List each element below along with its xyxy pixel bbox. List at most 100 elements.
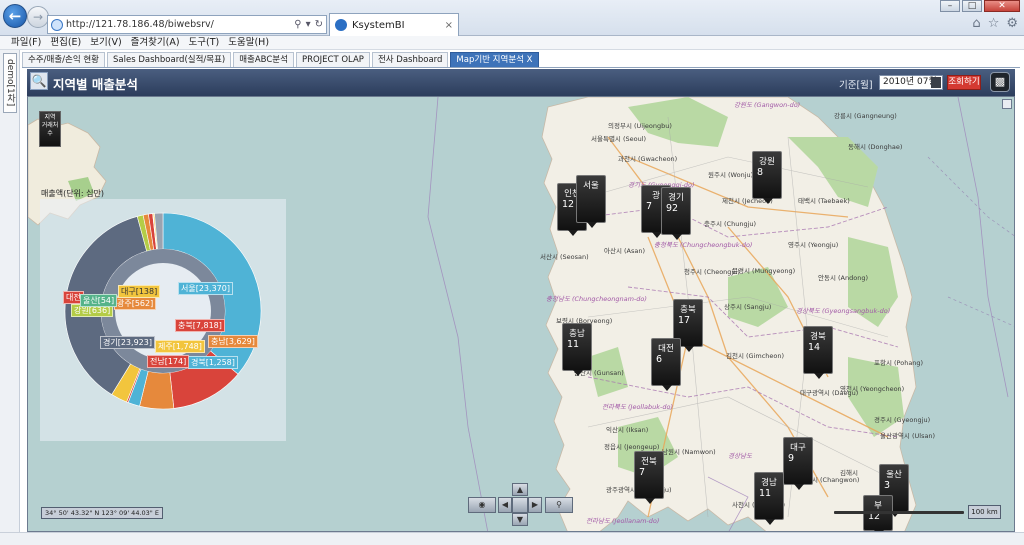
home-icon[interactable]: ⌂: [972, 16, 980, 31]
map-label-gimcheon: 김천시 (Gimcheon): [726, 352, 785, 360]
coordinate-readout: 34° 50' 43.32" N 123° 09' 44.03" E: [41, 507, 163, 519]
marker-name: 경북: [810, 332, 826, 342]
pan-center-button[interactable]: [512, 497, 528, 513]
marker-daejeon[interactable]: 대전 6: [651, 338, 681, 391]
menu-help[interactable]: 도움말(H): [228, 36, 269, 49]
menu-tools[interactable]: 도구(T): [189, 36, 220, 49]
magnifier-icon[interactable]: 🔍: [30, 72, 48, 90]
page-header: 🔍 지역별 매출분석 기준[월] 2010년 07월 조회하기 ▩: [27, 69, 1015, 96]
refresh-icon[interactable]: ↻: [315, 19, 323, 30]
search-button[interactable]: 조회하기: [947, 75, 981, 90]
marker-name: 강원: [759, 157, 775, 167]
dropdown-icon[interactable]: ▾: [306, 19, 311, 30]
marker-value: 8: [757, 167, 764, 178]
zoom-icon[interactable]: ⚲: [545, 497, 573, 513]
marker-value: 11: [759, 488, 772, 499]
menu-edit[interactable]: 편집(E): [50, 36, 81, 49]
marker-gyeongbuk[interactable]: 경북 14: [803, 326, 833, 379]
marker-name: 대구: [790, 443, 806, 453]
map-label-mungyeong: 문경시 (Mungyeong): [732, 267, 796, 275]
side-tab-demo[interactable]: demo[1차]: [3, 53, 17, 113]
tab-map-analysis[interactable]: Map기반 지역분석 X: [450, 52, 539, 67]
period-select[interactable]: 2010년 07월: [879, 75, 943, 90]
menu-favorites[interactable]: 즐겨찾기(A): [131, 36, 180, 49]
marker-value: 6: [656, 354, 663, 365]
side-panel: demo[1차]: [0, 50, 20, 545]
marker-name: 충남: [569, 329, 585, 339]
map-label-asan: 아산시 (Asan): [604, 247, 646, 255]
print-icon[interactable]: ▩: [990, 72, 1010, 92]
marker-name: 대전: [658, 344, 674, 354]
marker-name: 전북: [641, 457, 657, 467]
map-label-gangwon: 강원도 (Gangwon-do): [734, 101, 801, 109]
eye-icon[interactable]: ◉: [468, 497, 496, 513]
donut-label-seoul: 서울[23,370]: [178, 282, 233, 295]
donut-label-ulsan: 울산[54]: [80, 294, 118, 307]
donut-label-jeonnam: 전남[174]: [147, 355, 190, 368]
maximize-button[interactable]: □: [962, 0, 982, 12]
calendar-icon[interactable]: [931, 77, 941, 88]
legend-marker-icon: 지역 거래처수: [39, 111, 61, 147]
map-label-gyeongnam: 경상남도: [728, 452, 752, 460]
pan-right-button[interactable]: ▶: [528, 497, 542, 513]
address-bar[interactable]: http://121.78.186.48/biwebsrv/ ⚲ ▾ ↻: [47, 15, 327, 34]
map-label-namwon: 남원시 (Namwon): [662, 448, 716, 456]
pan-down-button[interactable]: ▼: [512, 513, 528, 526]
donut-label-daegu: 대구[138]: [118, 285, 161, 298]
map-scale-bar: [834, 511, 964, 514]
donut-label-gyeongbuk: 경북[1,258]: [188, 356, 238, 369]
map-label-taebaek: 태백시 (Taebaek): [798, 197, 850, 205]
map-label-jeonbuk: 전라북도 (Jeollabuk-do): [602, 403, 674, 411]
forward-button[interactable]: →: [27, 6, 49, 28]
map-label-jeonnam: 전라남도 (Jeollanam-do): [586, 517, 660, 525]
map-label-chungbuk: 충청북도 (Chungcheongbuk-do): [654, 241, 753, 249]
pan-up-button[interactable]: ▲: [512, 483, 528, 496]
donut-title: 매출액(단위: 십만): [41, 189, 104, 198]
donut-label-gyeonggi: 경기[23,923]: [100, 336, 155, 349]
map-navigation-control: ◉ ▲ ◀ ▶ ▼ ⚲: [468, 483, 573, 527]
gear-icon[interactable]: ⚙: [1006, 16, 1018, 31]
donut-label-gwangju: 광주[562]: [114, 297, 157, 310]
map-scale-label: 100 km: [968, 505, 1001, 519]
map-label-yeongcheon: 영천시 (Yeongcheon): [840, 385, 905, 393]
window-controls: – □ ✕: [940, 0, 1020, 12]
close-window-button[interactable]: ✕: [984, 0, 1020, 12]
browser-toolbar-icons: ⌂ ☆ ⚙: [972, 16, 1018, 31]
map-label-gangneung: 강릉시 (Gangneung): [834, 112, 897, 120]
map-label-donghae: 동해시 (Donghae): [848, 143, 903, 151]
star-icon[interactable]: ☆: [988, 16, 1000, 31]
minimize-button[interactable]: –: [940, 0, 960, 12]
marker-gyeonggi[interactable]: 경기 92: [661, 187, 691, 240]
marker-gangwon[interactable]: 강원 8: [752, 151, 782, 204]
marker-name: 경기: [668, 193, 684, 203]
tab-company-dashboard[interactable]: 전사 Dashboard: [371, 52, 449, 67]
tab-order-sales[interactable]: 수주/매출/손익 현황: [22, 52, 105, 67]
map-label-jeongeup: 정읍시 (Jeongeup): [604, 443, 660, 451]
marker-jeonbuk[interactable]: 전북 7: [634, 451, 664, 504]
map-label-gyeongju: 경주시 (Gyeongju): [874, 416, 931, 424]
marker-chungnam[interactable]: 충남 11: [562, 323, 592, 376]
marker-seoul[interactable]: 서울: [576, 175, 606, 228]
url-text[interactable]: http://121.78.186.48/biwebsrv/: [66, 19, 294, 30]
marker-daegu[interactable]: 대구 9: [783, 437, 813, 490]
menu-file[interactable]: 파일(F): [11, 36, 41, 49]
donut-label-chungnam: 충남[3,629]: [208, 335, 258, 348]
marker-gyeongnam[interactable]: 경남 11: [754, 472, 784, 525]
map-label-chungju: 충주시 (Chungju): [704, 220, 757, 228]
map-view[interactable]: 강원도 (Gangwon-do) 서울특별시 (Seoul) 의정부시 (Uij…: [27, 96, 1015, 532]
tab-project-olap[interactable]: PROJECT OLAP: [295, 52, 370, 67]
tab-sales-dashboard[interactable]: Sales Dashboard(실적/목표): [107, 52, 232, 67]
map-label-iksan: 익산시 (Iksan): [606, 426, 649, 434]
marker-name: 부: [874, 501, 882, 511]
menu-view[interactable]: 보기(V): [90, 36, 121, 49]
browser-tab[interactable]: KsystemBI ×: [329, 13, 459, 36]
marker-name: 서울: [583, 181, 599, 191]
tab-abc-analysis[interactable]: 매출ABC분석: [233, 52, 294, 67]
period-value: 2010년 07월: [883, 77, 937, 87]
map-corner-toggle[interactable]: [1002, 99, 1012, 109]
search-icon[interactable]: ⚲: [294, 19, 301, 30]
back-button[interactable]: ←: [3, 4, 27, 28]
tab-close-icon[interactable]: ×: [445, 20, 453, 31]
favicon-icon: [335, 19, 347, 31]
pan-left-button[interactable]: ◀: [498, 497, 512, 513]
